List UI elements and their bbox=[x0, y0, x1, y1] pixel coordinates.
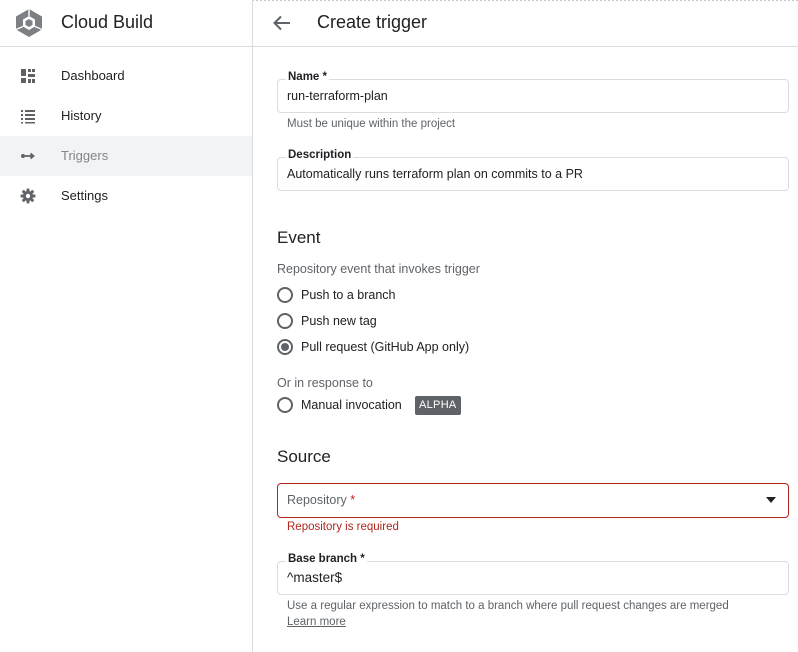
dashboard-icon bbox=[21, 69, 35, 83]
base-branch-label: Base branch * bbox=[286, 553, 367, 565]
page-header: Create trigger bbox=[253, 0, 798, 47]
required-mark: * bbox=[350, 493, 356, 507]
name-field[interactable]: Name * run-terraform-plan bbox=[277, 71, 789, 113]
description-field[interactable]: Description Automatically runs terraform… bbox=[277, 149, 789, 191]
radio-button-checked[interactable] bbox=[277, 339, 293, 355]
sidebar-item-label: Triggers bbox=[61, 148, 109, 163]
triggers-icon bbox=[21, 152, 35, 160]
radio-label: Pull request (GitHub App only) bbox=[301, 340, 470, 354]
sidebar-item-label: Settings bbox=[61, 188, 108, 203]
app-title: Cloud Build bbox=[61, 12, 154, 32]
radio-push-branch[interactable]: Push to a branch bbox=[277, 287, 477, 305]
event-subtitle: Repository event that invokes trigger bbox=[277, 262, 480, 276]
learn-more-link[interactable]: Learn more bbox=[287, 616, 346, 628]
repository-select[interactable]: Repository * bbox=[277, 483, 789, 518]
sidebar-item-history[interactable]: History bbox=[0, 96, 252, 136]
radio-button[interactable] bbox=[277, 397, 293, 413]
sidebar: Cloud Build Dashboard History Triggers S… bbox=[0, 0, 253, 652]
event-section-title: Event bbox=[277, 228, 321, 247]
alt-event-subtitle: Or in response to bbox=[277, 376, 373, 390]
brand-header: Cloud Build bbox=[0, 0, 252, 47]
sidebar-item-dashboard[interactable]: Dashboard bbox=[0, 56, 252, 96]
radio-label: Push to a branch bbox=[301, 288, 396, 302]
name-hint: Must be unique within the project bbox=[287, 118, 456, 130]
radio-label: Manual invocation bbox=[301, 398, 402, 412]
description-input[interactable]: Automatically runs terraform plan on com… bbox=[287, 167, 777, 181]
name-field-label: Name * bbox=[286, 71, 329, 83]
name-input[interactable]: run-terraform-plan bbox=[287, 89, 777, 103]
radio-button[interactable] bbox=[277, 287, 293, 303]
page-title: Create trigger bbox=[317, 12, 428, 32]
description-field-label: Description bbox=[286, 149, 354, 161]
alpha-badge: ALPHA bbox=[415, 396, 461, 415]
radio-label: Push new tag bbox=[301, 314, 377, 328]
repository-placeholder: Repository * bbox=[287, 493, 356, 507]
source-section-title: Source bbox=[277, 447, 331, 466]
radio-pull-request[interactable]: Pull request (GitHub App only) bbox=[277, 339, 497, 357]
repository-error: Repository is required bbox=[287, 521, 399, 533]
radio-push-tag[interactable]: Push new tag bbox=[277, 313, 477, 331]
gear-icon bbox=[20, 188, 36, 204]
radio-manual-invocation[interactable]: Manual invocation ALPHA bbox=[277, 396, 467, 415]
arrow-back-icon[interactable] bbox=[271, 12, 293, 34]
radio-button[interactable] bbox=[277, 313, 293, 329]
base-branch-input[interactable]: ^master$ bbox=[287, 570, 777, 585]
sidebar-item-settings[interactable]: Settings bbox=[0, 176, 252, 216]
dropdown-arrow-icon bbox=[766, 497, 776, 503]
cloud-build-logo-icon bbox=[15, 9, 43, 37]
sidebar-item-triggers[interactable]: Triggers bbox=[0, 136, 252, 176]
list-icon bbox=[21, 110, 35, 124]
base-branch-hint: Use a regular expression to match to a b… bbox=[287, 600, 729, 612]
sidebar-item-label: Dashboard bbox=[61, 68, 125, 83]
sidebar-item-label: History bbox=[61, 108, 102, 123]
base-branch-field[interactable]: Base branch * ^master$ bbox=[277, 553, 789, 595]
